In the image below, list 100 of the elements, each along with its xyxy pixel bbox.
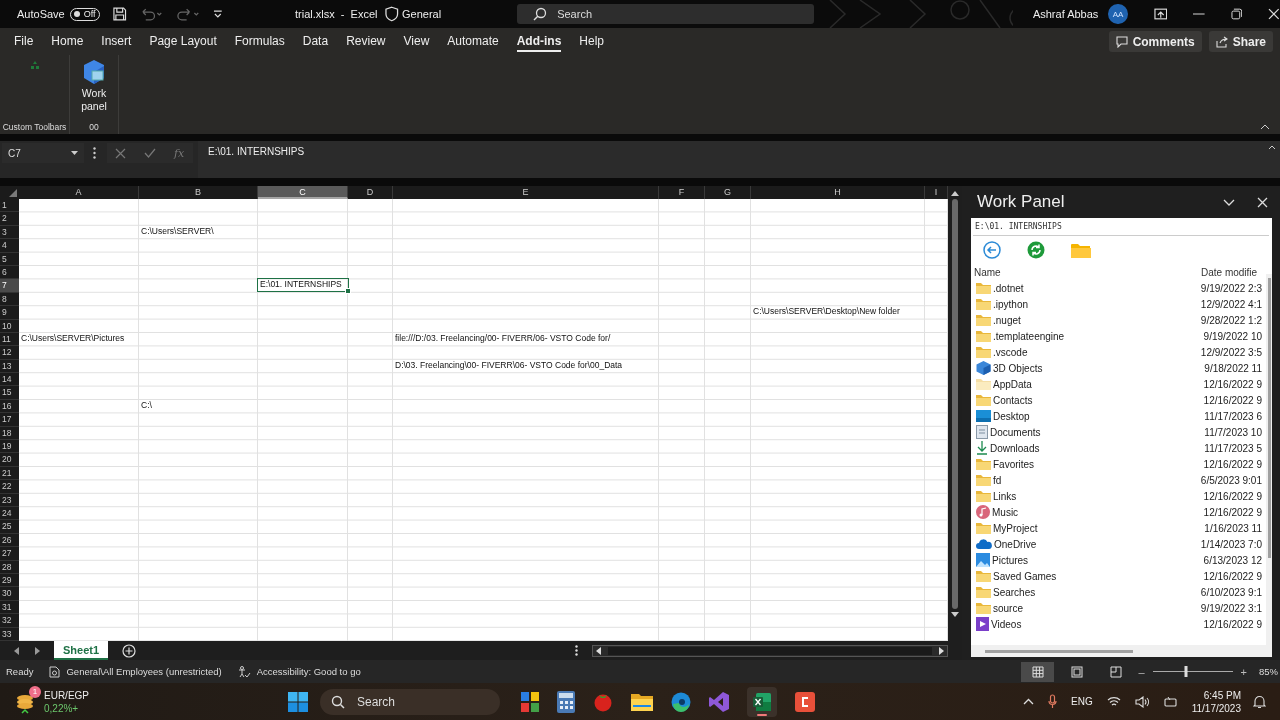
scroll-up-icon[interactable] <box>951 190 959 196</box>
file-name[interactable]: fd <box>993 474 1197 486</box>
table-cell[interactable]: C:\Users\SERVER\ <box>139 224 216 239</box>
formula-field[interactable]: E:\01. INTERNSHIPS <box>198 141 1280 178</box>
zoom-out-button[interactable]: – <box>1138 665 1145 678</box>
table-cell[interactable]: C:\ <box>139 398 154 413</box>
row-header[interactable]: 22 <box>0 480 19 494</box>
row-header[interactable]: 32 <box>0 614 19 628</box>
accessibility-icon[interactable] <box>237 665 251 678</box>
speaker-icon[interactable] <box>1134 695 1150 708</box>
file-explorer-icon[interactable] <box>631 692 653 711</box>
scroll-down-icon[interactable] <box>951 612 959 618</box>
row-header[interactable]: 25 <box>0 520 19 534</box>
microphone-icon[interactable] <box>1048 694 1057 709</box>
ribbon-display-icon[interactable] <box>1153 8 1168 20</box>
back-icon[interactable] <box>983 241 1001 259</box>
column-header[interactable]: C <box>258 186 348 199</box>
column-header[interactable]: G <box>705 186 751 199</box>
column-header[interactable]: Name <box>971 266 1201 278</box>
file-name[interactable]: Videos <box>991 618 1195 630</box>
more-icon[interactable] <box>93 147 96 159</box>
add-sheet-icon[interactable] <box>122 643 137 658</box>
refresh-icon[interactable] <box>1027 241 1045 259</box>
save-icon[interactable] <box>111 6 127 22</box>
wifi-icon[interactable] <box>1106 696 1121 707</box>
ribbon-tab[interactable]: Automate <box>447 31 499 52</box>
language-indicator[interactable]: ENG <box>1071 696 1093 707</box>
close-icon[interactable] <box>1268 8 1280 20</box>
browser-icon[interactable] <box>671 691 691 712</box>
path-field[interactable]: E:\01. INTERNSHIPS <box>973 219 1269 236</box>
row-header[interactable]: 30 <box>0 587 19 601</box>
clock[interactable]: 6:45 PM 11/17/2023 <box>1191 688 1241 715</box>
customize-icon[interactable] <box>213 8 223 20</box>
horizontal-scrollbar[interactable] <box>592 644 948 657</box>
column-header[interactable]: F <box>659 186 705 199</box>
row-header[interactable]: 14 <box>0 373 19 387</box>
ribbon-tab[interactable]: Help <box>579 31 605 52</box>
zoom-in-button[interactable]: + <box>1240 665 1247 678</box>
ribbon-tab[interactable]: File <box>14 31 34 52</box>
taskbar-search-field[interactable]: Search <box>320 688 500 715</box>
file-name[interactable]: source <box>993 602 1197 614</box>
file-name[interactable]: Music <box>992 506 1196 518</box>
column-header[interactable]: H <box>751 186 925 199</box>
more-icon[interactable] <box>575 645 578 656</box>
widgets-app-icon[interactable] <box>521 691 539 712</box>
chevron-down-icon[interactable] <box>1223 198 1235 206</box>
row-header[interactable]: 27 <box>0 547 19 561</box>
normal-view-button[interactable] <box>1021 661 1055 682</box>
file-name[interactable]: AppData <box>993 378 1197 390</box>
column-header[interactable]: D <box>348 186 393 199</box>
file-name[interactable]: Desktop <box>993 410 1197 422</box>
table-cell[interactable]: C:\Users\SERVER\Pictures <box>19 331 127 346</box>
file-name[interactable]: Favorites <box>993 458 1197 470</box>
file-name[interactable]: Searches <box>993 586 1197 598</box>
restore-icon[interactable] <box>1230 8 1243 20</box>
cancel-icon[interactable] <box>115 147 126 159</box>
zoom-level[interactable]: 85% <box>1259 666 1278 677</box>
collapse-ribbon-icon[interactable] <box>1260 124 1270 130</box>
search-field[interactable]: Search <box>517 4 814 24</box>
ribbon-tab[interactable]: Add-ins <box>516 31 562 52</box>
table-cell[interactable]: C:\Users\SERVER\Desktop\New folder <box>751 305 902 319</box>
name-box[interactable]: C7 <box>2 143 84 163</box>
redo-icon[interactable] <box>176 6 202 22</box>
sensitivity-status[interactable]: General\All Employees (unrestricted) <box>66 666 222 677</box>
file-name[interactable]: .ipython <box>993 298 1197 310</box>
ribbon-tab[interactable]: Formulas <box>234 31 285 52</box>
ribbon-tab[interactable]: View <box>403 31 430 52</box>
column-header[interactable]: Date modifie <box>1201 266 1258 278</box>
calculator-icon[interactable] <box>557 690 575 713</box>
sensitivity-icon[interactable] <box>49 665 61 678</box>
file-name[interactable]: Saved Games <box>993 570 1197 582</box>
sensitivity-label[interactable]: General <box>402 8 442 20</box>
accessibility-status[interactable]: Accessibility: Good to go <box>256 666 361 677</box>
sheet-tab[interactable]: Sheet1 <box>54 641 109 660</box>
row-header[interactable]: 2 <box>0 212 19 226</box>
battery-icon[interactable] <box>1163 696 1178 707</box>
row-header[interactable]: 15 <box>0 386 19 400</box>
file-name[interactable]: OneDrive <box>994 538 1198 550</box>
undo-icon[interactable] <box>139 6 165 22</box>
column-header[interactable]: A <box>19 186 139 199</box>
visual-studio-icon[interactable] <box>709 691 729 712</box>
ribbon-tab[interactable]: Review <box>346 31 386 52</box>
row-header[interactable]: 1 <box>0 199 19 213</box>
toolbar-icon[interactable] <box>29 61 40 70</box>
start-icon[interactable] <box>288 691 308 712</box>
scroll-left-icon[interactable] <box>596 646 602 655</box>
row-header[interactable]: 20 <box>0 453 19 467</box>
file-name[interactable]: .nuget <box>993 314 1197 326</box>
file-name[interactable]: .vscode <box>993 346 1197 358</box>
select-all-icon[interactable] <box>9 189 17 197</box>
file-name[interactable]: .dotnet <box>993 282 1197 294</box>
row-header[interactable]: 17 <box>0 413 19 427</box>
ribbon-tab[interactable]: Page Layout <box>149 31 217 52</box>
work-panel-button[interactable]: Work panel <box>76 59 112 113</box>
recorder-app-icon[interactable] <box>795 691 815 712</box>
ribbon-tab[interactable]: Insert <box>101 31 132 52</box>
user-avatar[interactable]: AA <box>1108 4 1128 24</box>
widget-title[interactable]: EUR/EGP <box>44 688 89 702</box>
file-name[interactable]: 3D Objects <box>993 362 1197 374</box>
excel-app-icon[interactable] <box>747 686 777 717</box>
